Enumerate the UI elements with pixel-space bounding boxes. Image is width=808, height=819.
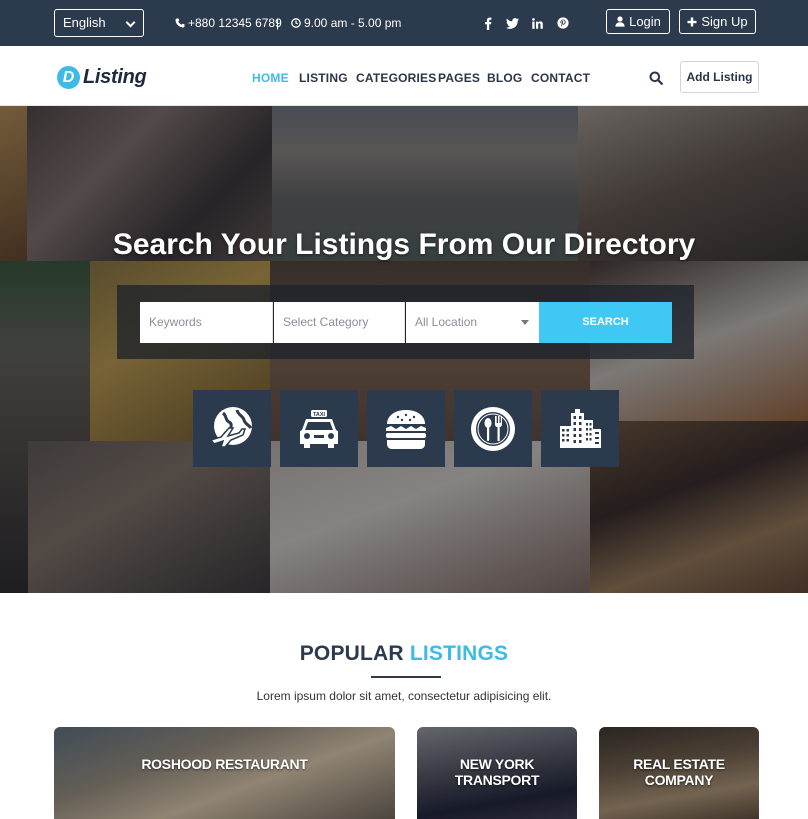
plus-icon [687,17,697,26]
main-navbar: D Listing HOME LISTING CATEGORIES PAGES … [0,46,808,106]
pinterest-icon[interactable] [556,16,570,30]
globe-plane-icon [209,406,253,448]
burger-icon [386,409,426,449]
opening-hours: 9.00 am - 5.00 pm [291,16,401,30]
category-restaurant[interactable] [454,390,532,467]
nav-item-listing[interactable]: LISTING [299,71,348,85]
search-icon[interactable] [649,71,663,85]
listing-card-title: REAL ESTATE COMPANY [633,756,725,788]
facebook-icon[interactable] [481,16,495,30]
contact-phone: +880 12345 6789 [175,16,282,30]
login-button[interactable]: Login [606,9,670,34]
location-select[interactable]: All Location [406,302,539,343]
listing-card-title: ROSHOOD RESTAURANT [141,756,308,772]
svg-text:TAXI: TAXI [313,411,326,417]
language-value: English [63,15,106,30]
hours-text: 9.00 am - 5.00 pm [304,16,402,30]
caret-down-icon [521,320,529,325]
taxi-icon: TAXI [300,409,338,448]
login-label: Login [629,14,661,29]
add-listing-button[interactable]: Add Listing [680,61,759,93]
category-travel[interactable] [193,390,271,467]
user-icon [615,16,625,27]
phone-icon [175,18,185,28]
search-button[interactable]: SEARCH [539,302,672,343]
hero-title: Search Your Listings From Our Directory [112,228,696,261]
nav-item-blog[interactable]: BLOG [487,71,522,85]
info-separator: | [276,16,280,30]
section-title: POPULAR LISTINGS [0,642,808,666]
section-title-main: POPULAR [299,642,404,665]
keywords-input[interactable]: Keywords [140,302,273,343]
nav-item-pages[interactable]: PAGES [438,71,480,85]
nav-item-categories[interactable]: CATEGORIES [356,71,436,85]
category-food[interactable] [367,390,445,467]
category-select[interactable]: Select Category [274,302,405,343]
section-subtitle: Lorem ipsum dolor sit amet, consectetur … [256,689,552,703]
title-divider [371,676,441,678]
plate-cutlery-icon [471,406,515,451]
card-overlay [54,727,395,819]
buildings-icon [560,408,601,448]
logo-text: Listing [83,66,147,88]
category-taxi[interactable]: TAXI [280,390,358,467]
location-select-value: All Location [415,315,478,329]
listing-card-real-estate[interactable]: REAL ESTATE COMPANY [599,727,759,819]
logo-badge: D [57,66,80,89]
nav-item-home[interactable]: HOME [252,71,289,85]
listing-card-restaurant[interactable]: ROSHOOD RESTAURANT [54,727,395,819]
signup-label: Sign Up [701,14,748,29]
chevron-down-icon [125,17,136,28]
category-select-value: Select Category [283,315,369,329]
category-real-estate[interactable] [541,390,619,467]
clock-icon [291,18,301,28]
language-select[interactable]: English [54,9,144,37]
top-bar: English +880 12345 6789 | 9.00 am - 5.00… [0,0,808,46]
twitter-icon[interactable] [505,16,519,30]
signup-button[interactable]: Sign Up [679,9,756,34]
linkedin-icon[interactable] [530,16,544,30]
listing-card-title: NEW YORK TRANSPORT [454,756,540,788]
phone-number: +880 12345 6789 [188,16,282,30]
listing-card-transport[interactable]: NEW YORK TRANSPORT [417,727,577,819]
nav-item-contact[interactable]: CONTACT [531,71,590,85]
section-title-accent: LISTINGS [409,642,509,665]
site-logo[interactable]: D Listing [57,66,147,89]
